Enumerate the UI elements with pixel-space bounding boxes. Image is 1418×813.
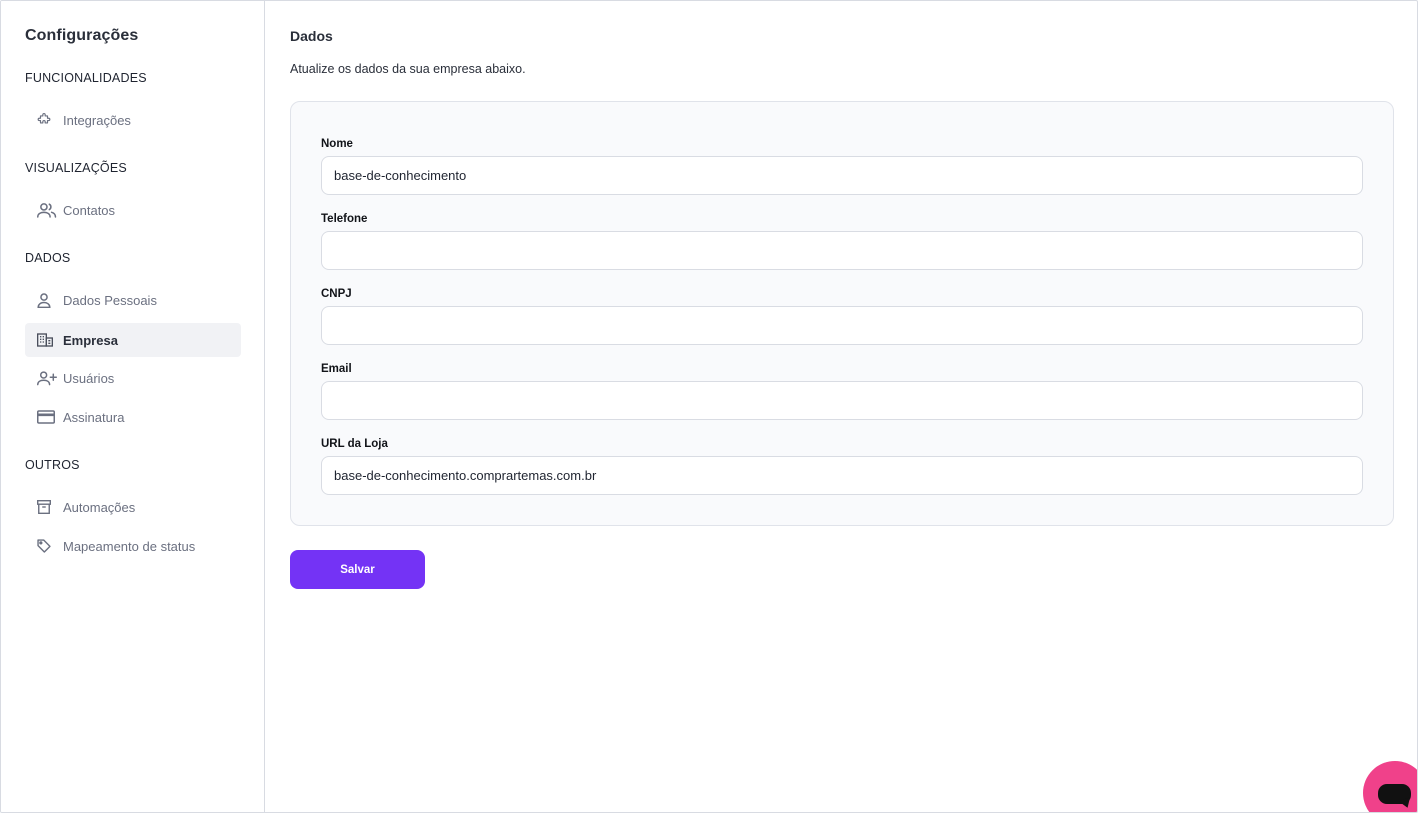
building-icon xyxy=(37,331,57,349)
section-label-visualizacoes: VISUALIZAÇÕES xyxy=(25,161,127,175)
telefone-input[interactable] xyxy=(321,231,1363,270)
sidebar-item-label: Usuários xyxy=(63,370,115,386)
section-label-dados: DADOS xyxy=(25,251,71,265)
sidebar-item-assinatura[interactable]: Assinatura xyxy=(25,400,241,434)
sidebar-item-integracoes[interactable]: Integrações xyxy=(25,103,241,137)
nome-label: Nome xyxy=(321,138,353,150)
company-form-card: Nome Telefone CNPJ Email URL da Loja xyxy=(290,101,1394,526)
sidebar-item-label: Mapeamento de status xyxy=(63,538,196,554)
sidebar-item-automacoes[interactable]: Automações xyxy=(25,490,241,524)
main-content: Dados Atualize os dados da sua empresa a… xyxy=(266,1,1417,812)
sidebar-item-label: Automações xyxy=(63,499,136,515)
sidebar-item-usuarios[interactable]: Usuários xyxy=(25,361,241,395)
cnpj-label: CNPJ xyxy=(321,288,352,300)
user-icon xyxy=(37,291,57,309)
page-title: Dados xyxy=(290,28,333,44)
tag-icon xyxy=(37,537,57,555)
sidebar-item-label: Integrações xyxy=(63,112,131,128)
save-button[interactable]: Salvar xyxy=(290,550,425,589)
sidebar-title: Configurações xyxy=(25,27,139,44)
sidebar-item-label: Empresa xyxy=(63,332,118,348)
puzzle-icon xyxy=(37,111,57,129)
archive-icon xyxy=(37,498,57,516)
users-icon xyxy=(37,201,57,219)
telefone-label: Telefone xyxy=(321,213,368,225)
sidebar-item-label: Contatos xyxy=(63,202,116,218)
section-label-funcionalidades: FUNCIONALIDADES xyxy=(25,71,147,85)
sidebar-item-empresa[interactable]: Empresa xyxy=(25,323,241,357)
user-plus-icon xyxy=(37,369,57,387)
email-input[interactable] xyxy=(321,381,1363,420)
app-window: Configurações FUNCIONALIDADES Integraçõe… xyxy=(0,0,1418,813)
cnpj-input[interactable] xyxy=(321,306,1363,345)
page-subtitle: Atualize os dados da sua empresa abaixo. xyxy=(290,62,526,76)
url-da-loja-label: URL da Loja xyxy=(321,438,388,450)
nome-input[interactable] xyxy=(321,156,1363,195)
sidebar-item-mapeamento-de-status[interactable]: Mapeamento de status xyxy=(25,529,241,563)
sidebar-item-label: Dados Pessoais xyxy=(63,292,157,308)
email-label: Email xyxy=(321,363,352,375)
url-da-loja-input[interactable] xyxy=(321,456,1363,495)
settings-sidebar: Configurações FUNCIONALIDADES Integraçõe… xyxy=(1,1,265,812)
credit-card-icon xyxy=(37,408,57,426)
sidebar-item-label: Assinatura xyxy=(63,409,125,425)
sidebar-item-contatos[interactable]: Contatos xyxy=(25,193,241,227)
section-label-outros: OUTROS xyxy=(25,458,80,472)
sidebar-item-dados-pessoais[interactable]: Dados Pessoais xyxy=(25,283,241,317)
